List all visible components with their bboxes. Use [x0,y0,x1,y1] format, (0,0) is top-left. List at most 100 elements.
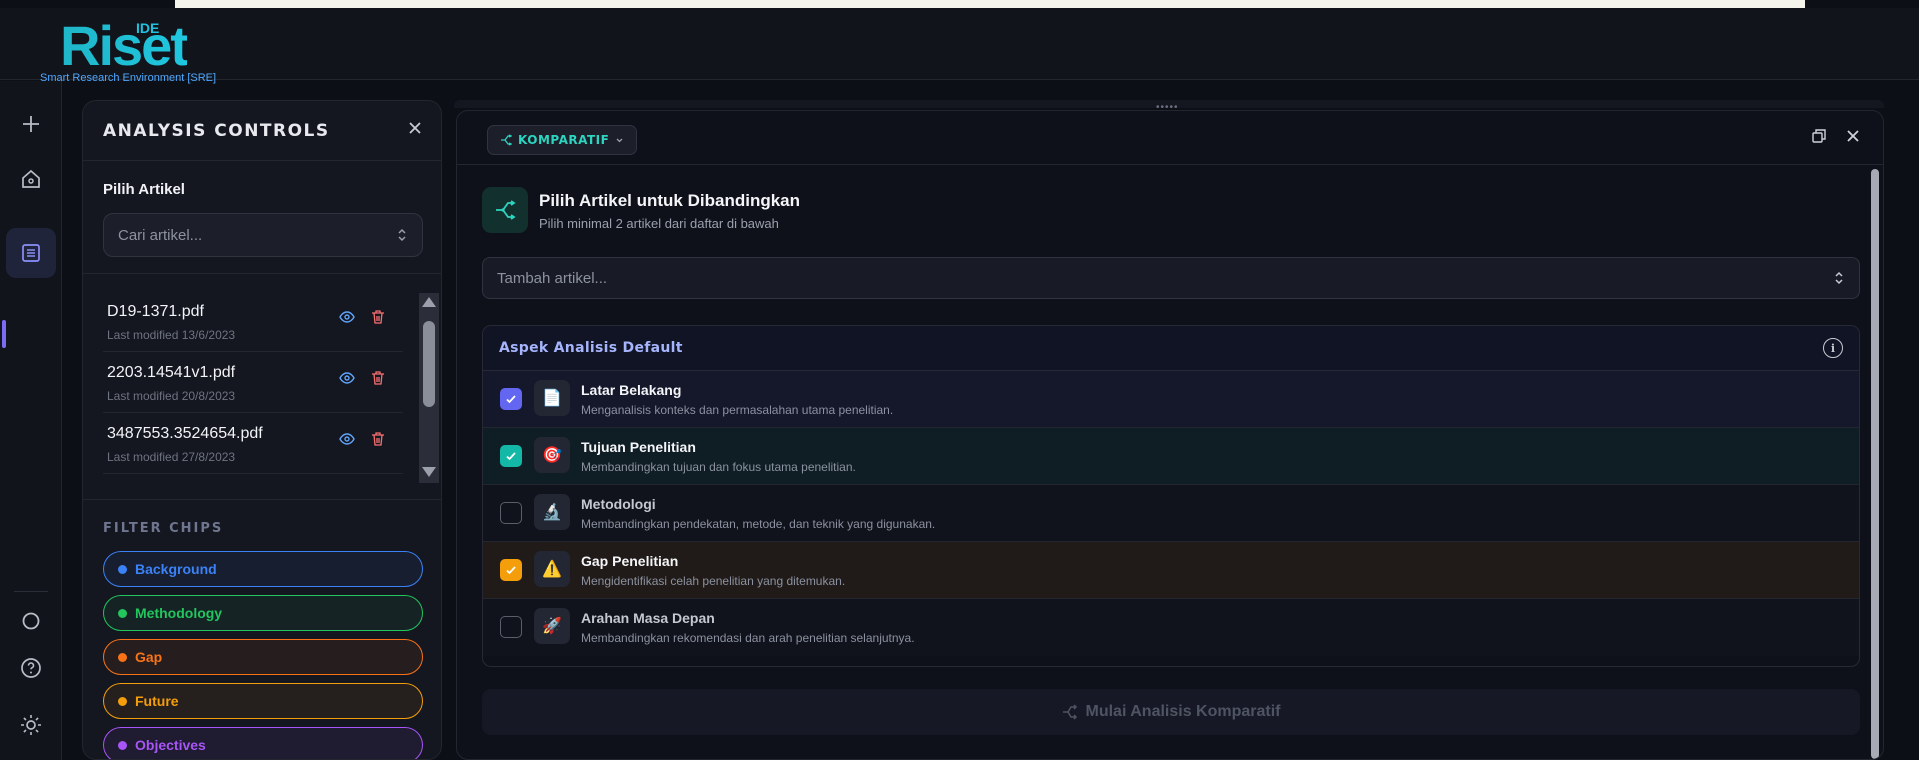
aspect-checkbox[interactable] [500,445,522,467]
aspect-description: Membandingkan tujuan dan fokus utama pen… [581,460,856,474]
file-name: 3487553.3524654.pdf [107,425,263,442]
aspect-row[interactable]: 🎯 Tujuan Penelitian Membandingkan tujuan… [483,428,1859,485]
add-article-select[interactable]: Tambah artikel... [482,257,1860,299]
scroll-down-arrow-icon[interactable] [422,467,436,477]
rocket-icon: 🚀 [534,608,570,644]
mode-label: KOMPARATIF [518,133,610,147]
status-button[interactable] [6,596,56,646]
delete-file-button[interactable] [371,431,385,452]
file-name: D19-1371.pdf [107,303,204,320]
compare-icon [501,134,512,146]
chip-dot [118,652,127,662]
help-button[interactable] [6,643,56,693]
trash-icon [372,310,384,324]
mode-dropdown[interactable]: KOMPARATIF [487,125,638,155]
close-icon [409,122,421,134]
aspects-title: Aspek Analisis Default [499,340,683,356]
chevron-updown-icon [1835,271,1843,285]
logo-subtitle: Smart Research Environment [SRE] [40,72,217,84]
search-placeholder: Cari artikel... [118,226,203,244]
analysis-controls-panel: ANALYSIS CONTROLS Pilih Artikel Cari art… [82,100,442,760]
hero-subtitle: Pilih minimal 2 artikel dari daftar di b… [539,216,779,231]
aspect-checkbox[interactable] [500,502,522,524]
aspects-card: Aspek Analisis Default i 📄 Latar Belakan… [482,325,1860,667]
documents-button[interactable] [6,228,56,278]
warning-icon: ⚠️ [534,551,570,587]
aspect-row[interactable]: 📄 Latar Belakang Menganalisis konteks da… [483,371,1859,428]
chip-background[interactable]: Background [103,551,423,587]
aspect-checkbox[interactable] [500,616,522,638]
top-bar-line [175,0,1805,8]
aspect-title: Metodologi [581,496,656,512]
aspect-checkbox[interactable] [500,388,522,410]
chip-dot [118,740,127,750]
delete-file-button[interactable] [371,370,385,391]
file-item[interactable]: D19-1371.pdf Last modified 13/6/2023 [103,291,403,352]
scroll-up-arrow-icon[interactable] [422,297,436,307]
active-indicator [2,320,6,348]
help-icon [21,658,41,678]
aspect-list: 📄 Latar Belakang Menganalisis konteks da… [483,371,1859,656]
aspect-checkbox[interactable] [500,559,522,581]
aspect-description: Menganalisis konteks dan permasalahan ut… [581,403,894,417]
chip-gap[interactable]: Gap [103,639,423,675]
chip-label: Objectives [135,737,206,753]
pick-article-label: Pilih Artikel [103,181,185,198]
chip-dot [118,564,127,574]
scroll-thumb[interactable] [423,321,435,407]
delete-file-button[interactable] [371,309,385,330]
trash-icon [372,432,384,446]
eye-icon [339,311,355,323]
main-scrollbar[interactable] [1871,169,1879,759]
chip-label: Future [135,693,179,709]
divider [83,499,441,500]
hero-title: Pilih Artikel untuk Dibandingkan [539,191,801,210]
panel-header: ANALYSIS CONTROLS [83,101,441,161]
logo-ide: IDE [136,20,160,36]
file-item[interactable]: 3487553.3524654.pdf Last modified 27/8/2… [103,413,403,474]
chip-future[interactable]: Future [103,683,423,719]
article-search-select[interactable]: Cari artikel... [103,213,423,257]
app-header: Riset IDE Smart Research Environment [SR… [0,8,1919,85]
eye-icon [339,372,355,384]
chip-methodology[interactable]: Methodology [103,595,423,631]
chip-label: Methodology [135,605,223,621]
plus-icon [23,116,39,132]
aspect-row[interactable]: 🔬 Metodologi Membandingkan pendekatan, m… [483,485,1859,542]
compare-icon [496,200,516,220]
new-button[interactable] [6,99,56,149]
compare-icon [1062,704,1077,720]
expand-button[interactable] [1811,128,1827,149]
aspect-row[interactable]: ⚠️ Gap Penelitian Mengidentifikasi celah… [483,542,1859,599]
app-logo[interactable]: Riset IDE Smart Research Environment [SR… [40,14,230,85]
file-modified: Last modified 13/6/2023 [107,328,236,342]
close-button[interactable] [1845,128,1861,149]
close-panel-button[interactable] [407,119,423,142]
aspects-header: Aspek Analisis Default i [483,326,1859,371]
info-icon[interactable]: i [1823,338,1843,358]
check-icon [506,395,516,404]
panel-title: ANALYSIS CONTROLS [103,120,330,141]
view-file-button[interactable] [339,370,355,391]
chip-dot [118,608,127,618]
microscope-icon: 🔬 [534,494,570,530]
chip-label: Background [135,561,217,577]
chip-objectives[interactable]: Objectives [103,727,423,759]
file-modified: Last modified 27/8/2023 [107,450,236,464]
add-article-placeholder: Tambah artikel... [497,269,608,287]
logo-name: Riset [60,14,189,77]
view-file-button[interactable] [339,309,355,330]
file-list-scrollbar[interactable] [419,293,439,483]
chevron-down-icon [616,138,623,142]
aspect-row[interactable]: 🚀 Arahan Masa Depan Membandingkan rekome… [483,599,1859,656]
file-item[interactable]: 2203.14541v1.pdf Last modified 20/8/2023 [103,352,403,413]
start-analysis-button[interactable]: Mulai Analisis Komparatif [482,689,1860,735]
chip-label: Gap [135,649,163,665]
home-button[interactable] [6,154,56,204]
copy-window-icon [1812,129,1826,143]
theme-button[interactable] [6,700,56,750]
target-icon: 🎯 [534,437,570,473]
main-header: KOMPARATIF [457,111,1883,165]
view-file-button[interactable] [339,431,355,452]
aspect-description: Membandingkan rekomendasi dan arah penel… [581,631,915,645]
